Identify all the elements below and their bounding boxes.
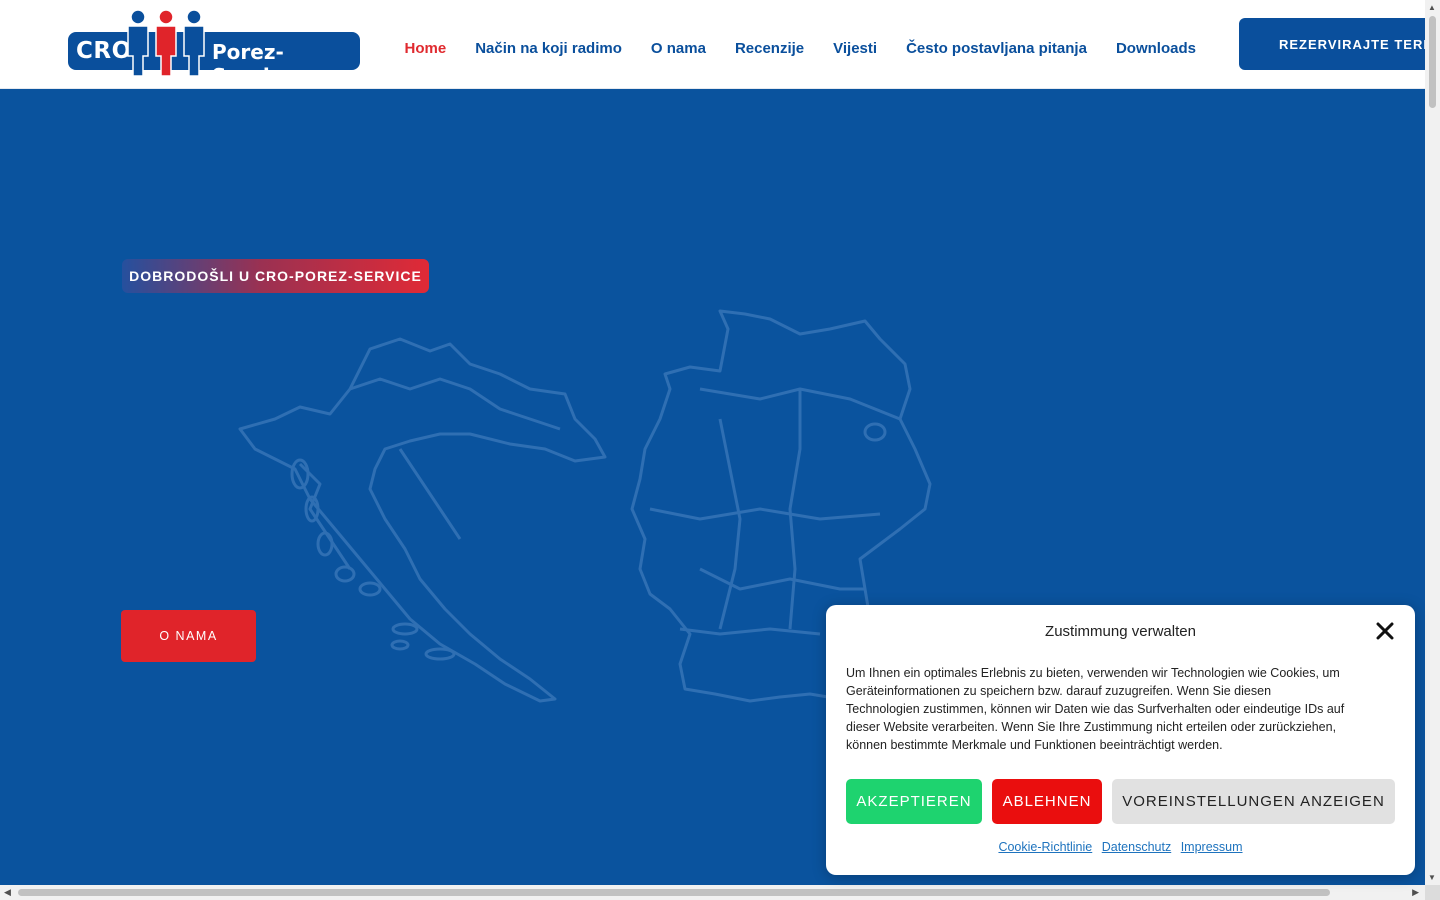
cookie-dialog-title: Zustimmung verwalten xyxy=(1045,623,1196,640)
deny-cookies-button[interactable]: ABLEHNEN xyxy=(992,779,1102,824)
privacy-link[interactable]: Datenschutz xyxy=(1102,840,1171,854)
vertical-scrollbar[interactable]: ▲ ▼ xyxy=(1425,0,1440,885)
main-nav: Home Način na koji radimo O nama Recenzi… xyxy=(390,40,1210,57)
nav-item-recenzije[interactable]: Recenzije xyxy=(720,40,818,57)
imprint-link[interactable]: Impressum xyxy=(1181,840,1243,854)
cookie-dialog-text: Um Ihnen ein optimales Erlebnis zu biete… xyxy=(846,666,1345,752)
cookie-consent-dialog: Zustimmung verwalten Um Ihnen ein optima… xyxy=(826,605,1415,875)
book-appointment-button[interactable]: REZERVIRAJTE TERMIN xyxy=(1239,18,1439,70)
nav-item-nacin-rada[interactable]: Način na koji radimo xyxy=(461,40,637,57)
nav-item-vijesti[interactable]: Vijesti xyxy=(819,40,892,57)
horizontal-scroll-thumb[interactable] xyxy=(18,889,1330,896)
nav-item-faq[interactable]: Često postavljana pitanja xyxy=(892,40,1102,57)
nav-item-o-nama[interactable]: O nama xyxy=(636,40,720,57)
welcome-badge: DOBRODOŠLI U CRO-POREZ-SERVICE xyxy=(122,259,429,293)
accept-cookies-button[interactable]: AKZEPTIEREN xyxy=(846,779,982,824)
scroll-up-arrow-icon[interactable]: ▲ xyxy=(1428,3,1436,12)
site-logo[interactable]: CRO Porez-Service xyxy=(68,8,360,88)
vertical-scroll-thumb[interactable] xyxy=(1429,16,1436,108)
scrollbar-corner xyxy=(1425,885,1440,900)
close-icon[interactable] xyxy=(1376,622,1394,640)
about-us-button[interactable]: O NAMA xyxy=(121,610,256,662)
scroll-down-arrow-icon[interactable]: ▼ xyxy=(1428,873,1436,882)
horizontal-scrollbar[interactable]: ◀ ▶ xyxy=(0,885,1425,900)
cookie-links: Cookie-Richtlinie Datenschutz Impressum xyxy=(826,840,1415,854)
site-header: CRO Porez-Service Home Način na koji rad… xyxy=(0,0,1439,89)
logo-right-text: Porez-Service xyxy=(212,40,296,88)
cookie-policy-link[interactable]: Cookie-Richtlinie xyxy=(998,840,1092,854)
nav-item-downloads[interactable]: Downloads xyxy=(1101,40,1210,57)
show-preferences-button[interactable]: VOREINSTELLUNGEN ANZEIGEN xyxy=(1112,779,1395,824)
scroll-right-arrow-icon[interactable]: ▶ xyxy=(1412,887,1419,898)
nav-item-home[interactable]: Home xyxy=(390,40,461,57)
scroll-left-arrow-icon[interactable]: ◀ xyxy=(4,887,11,898)
people-icon xyxy=(127,9,205,77)
